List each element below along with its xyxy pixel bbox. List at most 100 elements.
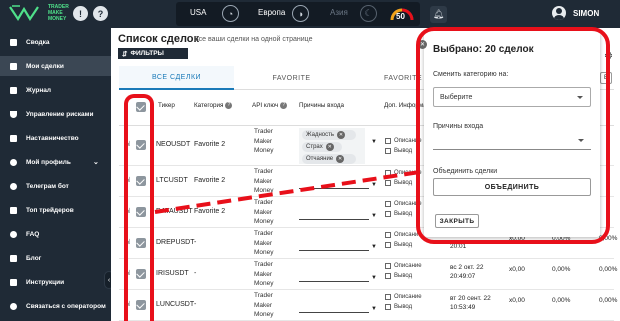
- session-usa-label: USA: [190, 8, 207, 17]
- out-label: Вывод: [394, 180, 413, 186]
- trophy-icon: [10, 206, 17, 214]
- dropdown-arrow-icon[interactable]: ▼: [371, 244, 377, 250]
- sidebar-item-summary[interactable]: Сводка: [0, 32, 111, 52]
- reasons-select[interactable]: [299, 281, 369, 282]
- desc-checkbox[interactable]: Описание: [385, 232, 422, 238]
- remove-icon[interactable]: ✕: [325, 143, 334, 151]
- sidebar-item-risk[interactable]: Управление рисками: [0, 104, 111, 124]
- logo[interactable]: TRADER MAKE MONEY: [8, 3, 69, 23]
- sidebar-item-instructions[interactable]: Инструкции: [0, 272, 111, 292]
- bell-icon[interactable]: 🔔︎: [430, 6, 447, 23]
- api-line: Trader: [254, 128, 273, 135]
- popup-highlight-annotation: [416, 27, 610, 244]
- chip-label: Отчаяние: [306, 156, 334, 162]
- ticker: DATAUSDT: [156, 208, 193, 215]
- table-row[interactable]: ⇲ IRISUSDT - Trader Maker Money ▼ Описание…: [119, 259, 617, 290]
- remove-icon[interactable]: ✕: [336, 155, 345, 163]
- api-line: Maker: [254, 177, 273, 185]
- out-label: Вывод: [394, 242, 413, 248]
- trade-percent: 0,00%: [552, 266, 571, 273]
- username: SIMON: [573, 8, 600, 18]
- book-icon: [10, 278, 17, 286]
- reason-chip: Жадность ✕: [302, 130, 356, 140]
- checkbox-box: [385, 304, 391, 310]
- api-line: Trader: [254, 261, 273, 268]
- tab-favorite[interactable]: FAVORITE: [234, 66, 349, 90]
- header-category: Категория?: [194, 102, 233, 109]
- sidebar-item-label: Наставничество: [26, 134, 79, 142]
- sidebar-item-journal[interactable]: Журнал: [0, 80, 111, 100]
- sidebar-item-contact[interactable]: Связаться с оператором: [0, 296, 111, 316]
- category: Favorite 2: [194, 208, 226, 215]
- trade-percent: 0,00%: [552, 297, 571, 304]
- api-key: Trader Maker Money: [254, 229, 274, 258]
- out-checkbox[interactable]: Вывод: [385, 180, 412, 186]
- tab-all-trades[interactable]: ВСЕ СДЕЛКИ: [119, 66, 234, 90]
- dropdown-arrow-icon[interactable]: ▼: [371, 182, 377, 188]
- trade-percent-2: 0,00%: [599, 297, 618, 304]
- checkbox-box: [385, 211, 391, 217]
- reasons-select[interactable]: [299, 188, 369, 189]
- reasons-select[interactable]: [299, 250, 369, 251]
- api-line: Trader: [254, 168, 273, 175]
- sidebar-item-label: Связаться с оператором: [26, 302, 106, 310]
- dropdown-arrow-icon[interactable]: ▼: [371, 306, 377, 312]
- page-subtitle: Все ваши сделки на одной странице: [194, 36, 313, 43]
- dropdown-arrow-icon[interactable]: ▼: [371, 275, 377, 281]
- sidebar-item-label: Сводка: [26, 38, 50, 46]
- user-menu[interactable]: SIMON: [552, 6, 599, 20]
- sidebar-item-telegram[interactable]: Телеграм бот: [0, 176, 111, 196]
- dropdown-arrow-icon[interactable]: ▼: [371, 213, 377, 219]
- desc-label: Описание: [394, 263, 422, 269]
- sidebar-item-mentoring[interactable]: Наставничество: [0, 128, 111, 148]
- api-key: Trader Maker Money: [254, 198, 274, 227]
- reasons-select[interactable]: [299, 312, 369, 313]
- sidebar-item-label: Телеграм бот: [26, 182, 69, 190]
- trade-amount: x0,00: [509, 297, 525, 304]
- chat-icon: [10, 302, 17, 310]
- remove-icon[interactable]: ✕: [336, 131, 345, 139]
- category: Favorite 2: [194, 141, 226, 148]
- page-title: Список сделок: [118, 33, 200, 45]
- sidebar: Сводка Мои сделки Журнал Управление риск…: [0, 28, 114, 321]
- telegram-icon: [10, 182, 17, 190]
- api-key: Trader Maker Money: [254, 127, 274, 156]
- api-line: Money: [254, 311, 274, 318]
- out-checkbox[interactable]: Вывод: [385, 304, 412, 310]
- sidebar-item-label: Мой профиль: [26, 158, 71, 166]
- ticker: LTCUSDT: [156, 177, 188, 184]
- chip-label: Страх: [306, 144, 323, 150]
- api-line: Money: [254, 280, 274, 287]
- desc-checkbox[interactable]: Описание: [385, 263, 422, 269]
- api-key: Trader Maker Money: [254, 291, 274, 320]
- out-checkbox[interactable]: Вывод: [385, 273, 412, 279]
- filters-button[interactable]: ⇵ ФИЛЬТРЫ: [118, 48, 188, 59]
- out-checkbox[interactable]: Вывод: [385, 242, 412, 248]
- notifications-icon[interactable]: !: [73, 6, 88, 21]
- top-bar: TRADER MAKE MONEY ! ? USA ◔ Европа ◑ Азия …: [0, 0, 620, 28]
- table-row[interactable]: ⇲ LUNCUSDT - Trader Maker Money ▼ Описание…: [119, 290, 618, 321]
- sidebar-item-blog[interactable]: Блог: [0, 248, 111, 268]
- ticker: IRISUSDT: [156, 270, 189, 277]
- out-checkbox[interactable]: Вывод: [385, 148, 412, 154]
- help-icon[interactable]: ?: [225, 102, 233, 109]
- ticker: LUNCUSDT: [156, 301, 195, 308]
- reason-chip: Отчаяние ✕: [302, 154, 356, 164]
- help-icon[interactable]: ?: [280, 102, 288, 109]
- sidebar-item-my-trades[interactable]: Мои сделки: [0, 56, 111, 76]
- sidebar-item-profile[interactable]: Мой профиль ⌄: [0, 152, 111, 172]
- desc-checkbox[interactable]: Описание: [385, 294, 422, 300]
- out-checkbox[interactable]: Вывод: [385, 211, 412, 217]
- reasons-select[interactable]: [299, 219, 369, 220]
- api-line: Trader: [254, 292, 273, 299]
- out-label: Вывод: [394, 148, 413, 154]
- sidebar-item-top-traders[interactable]: Топ трейдеров: [0, 200, 111, 220]
- dropdown-arrow-icon[interactable]: ▼: [371, 139, 377, 145]
- api-line: Maker: [254, 270, 273, 278]
- reason-chip: Страх ✕: [302, 142, 342, 152]
- help-icon[interactable]: ?: [93, 6, 108, 21]
- checkbox-box: [385, 242, 391, 248]
- api-line: Money: [254, 187, 274, 194]
- mentor-icon: [10, 134, 17, 142]
- sidebar-item-faq[interactable]: FAQ: [0, 224, 111, 244]
